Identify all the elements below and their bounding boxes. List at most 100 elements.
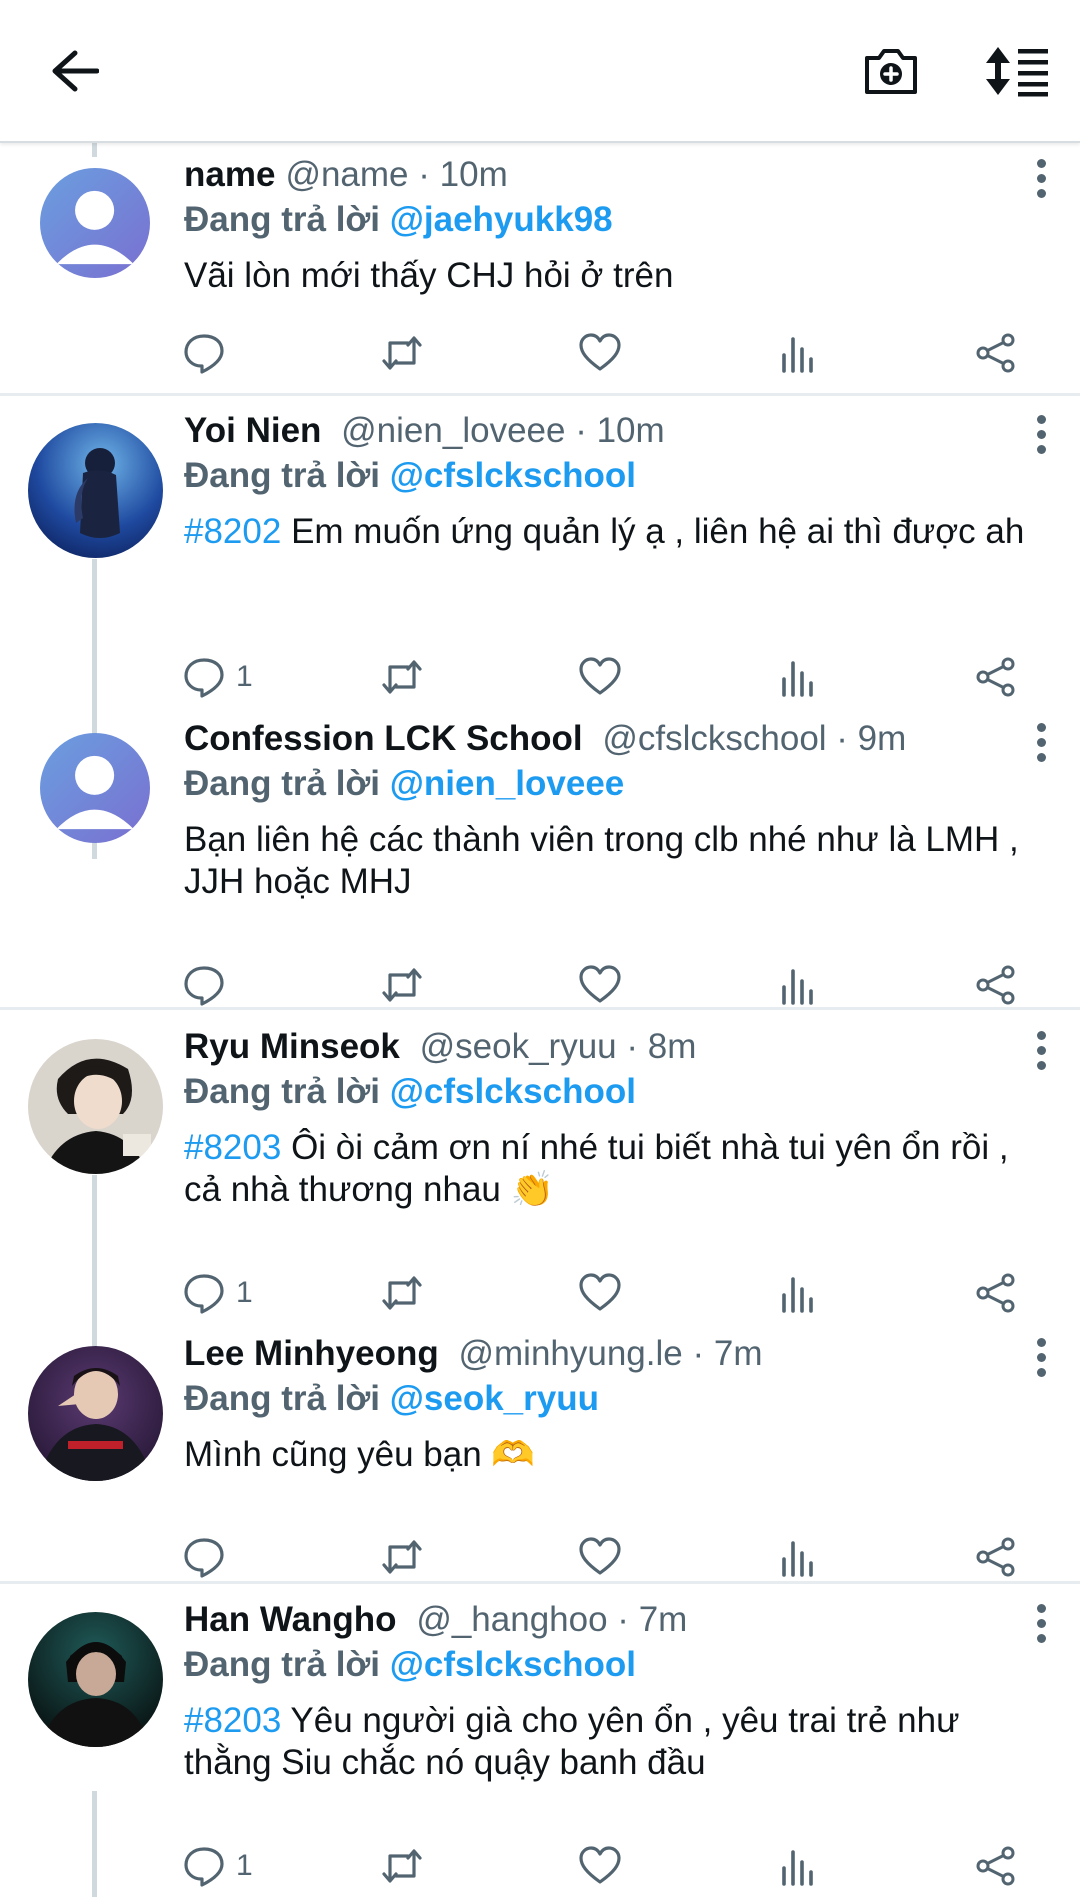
more-options-icon[interactable] [1032, 1031, 1052, 1071]
comment-icon [184, 658, 224, 698]
bar-chart-icon [782, 969, 813, 1005]
views-button[interactable] [776, 1268, 820, 1318]
share-button[interactable] [974, 328, 1018, 378]
avatar-default[interactable] [40, 733, 150, 843]
author-name[interactable]: Confession LCK School [184, 719, 583, 758]
share-icon [976, 1846, 1015, 1886]
like-button[interactable] [578, 1268, 622, 1318]
reply-mention[interactable]: @seok_ryuu [390, 1379, 599, 1418]
tweet-text: Bạn liên hệ các thành viên trong clb nhé… [184, 819, 1050, 903]
share-button[interactable] [974, 1532, 1018, 1582]
tweet-actions [182, 1532, 1022, 1582]
tweet[interactable]: Ryu Minseok @seok_ryuu · 8m Đang trả lời… [0, 1025, 1080, 1325]
bar-chart-icon [782, 1541, 813, 1577]
tweet-body: Mình cũng yêu bạn 🫶 [184, 1435, 536, 1474]
views-button[interactable] [776, 652, 820, 702]
hashtag[interactable]: #8202 [184, 512, 281, 551]
like-button[interactable] [578, 960, 622, 1010]
more-options-icon[interactable] [1032, 415, 1052, 455]
views-button[interactable] [776, 1841, 820, 1891]
author-name[interactable]: name [184, 155, 275, 194]
views-button[interactable] [776, 960, 820, 1010]
hashtag[interactable]: #8203 [184, 1128, 281, 1167]
bar-chart-icon [782, 661, 813, 697]
like-button[interactable] [578, 1532, 622, 1582]
divider [0, 1581, 1080, 1584]
reply-button[interactable]: 1 [182, 1841, 253, 1891]
more-options-icon[interactable] [1032, 723, 1052, 763]
retweet-button[interactable] [380, 652, 424, 702]
share-button[interactable] [974, 652, 1018, 702]
author-handle: @nien_loveee [341, 411, 566, 450]
tweet-body: Bạn liên hệ các thành viên trong clb nhé… [184, 820, 1019, 901]
heart-icon [579, 1537, 621, 1575]
reply-prefix: Đang trả lời [184, 1645, 381, 1684]
avatar-photo[interactable] [28, 1039, 163, 1174]
author-name[interactable]: Ryu Minseok [184, 1027, 400, 1066]
bar-chart-icon [782, 337, 813, 373]
like-button[interactable] [578, 652, 622, 702]
retweet-button[interactable] [380, 1268, 424, 1318]
tweet-actions: 1 [182, 652, 1022, 702]
retweet-button[interactable] [380, 328, 424, 378]
like-button[interactable] [578, 1841, 622, 1891]
comment-icon [184, 334, 224, 374]
share-button[interactable] [974, 960, 1018, 1010]
more-options-icon[interactable] [1032, 159, 1052, 199]
heart-icon [579, 1273, 621, 1311]
share-button[interactable] [974, 1841, 1018, 1891]
retweet-button[interactable] [380, 960, 424, 1010]
reply-mention[interactable]: @nien_loveee [390, 764, 625, 803]
more-options-icon[interactable] [1032, 1338, 1052, 1378]
author-name[interactable]: Lee Minhyeong [184, 1334, 439, 1373]
avatar-photo[interactable] [28, 423, 163, 558]
reply-prefix: Đang trả lời [184, 456, 381, 495]
comment-icon [184, 1538, 224, 1578]
tweet[interactable]: Yoi Nien @nien_loveee · 10m Đang trả lời… [0, 409, 1080, 709]
views-button[interactable] [776, 1532, 820, 1582]
bar-chart-icon [782, 1850, 813, 1886]
reply-button[interactable] [182, 1532, 226, 1582]
divider [0, 1007, 1080, 1010]
retweet-icon [382, 1276, 422, 1310]
reply-button[interactable] [182, 328, 226, 378]
avatar-photo[interactable] [28, 1346, 163, 1481]
author-handle: @_hanghoo [416, 1600, 608, 1639]
tweet[interactable]: Confession LCK School @cfslckschool · 9m… [0, 717, 1080, 1017]
reply-mention[interactable]: @cfslckschool [390, 1072, 636, 1111]
hashtag[interactable]: #8203 [184, 1701, 281, 1740]
avatar-photo[interactable] [28, 1612, 163, 1747]
tweet[interactable]: name @name · 10m Đang trả lời @jaehyukk98… [0, 143, 1080, 393]
sort-list-icon[interactable] [980, 38, 1054, 104]
views-button[interactable] [776, 328, 820, 378]
retweet-icon [382, 1540, 422, 1574]
retweet-button[interactable] [380, 1532, 424, 1582]
share-button[interactable] [974, 1268, 1018, 1318]
tweet[interactable]: Lee Minhyeong @minhyung.le · 7m Đang trả… [0, 1332, 1080, 1602]
reply-mention[interactable]: @cfslckschool [390, 456, 636, 495]
timestamp: 9m [857, 719, 907, 758]
author-name[interactable]: Han Wangho [184, 1600, 397, 1639]
retweet-icon [382, 968, 422, 1002]
reply-count: 1 [236, 1849, 253, 1882]
reply-mention[interactable]: @cfslckschool [390, 1645, 636, 1684]
tweet-text: #8202 Em muốn ứng quản lý ạ , liên hệ ai… [184, 511, 1050, 553]
author-handle: @minhyung.le [458, 1334, 683, 1373]
tweet[interactable]: Han Wangho @_hanghoo · 7m Đang trả lời @… [0, 1598, 1080, 1897]
reply-mention[interactable]: @jaehyukk98 [390, 200, 613, 239]
more-options-icon[interactable] [1032, 1604, 1052, 1644]
author-name[interactable]: Yoi Nien [184, 411, 321, 450]
camera-add-icon[interactable] [858, 38, 924, 104]
avatar-default[interactable] [40, 168, 150, 278]
tweet-text: #8203 Ôi òi cảm ơn ní nhé tui biết nhà t… [184, 1127, 1050, 1211]
retweet-button[interactable] [380, 1841, 424, 1891]
reply-button[interactable]: 1 [182, 652, 253, 702]
arrow-left-icon[interactable] [40, 36, 110, 106]
like-button[interactable] [578, 328, 622, 378]
tweet-body: Em muốn ứng quản lý ạ , liên hệ ai thì đ… [291, 512, 1025, 551]
timestamp: 10m [439, 155, 508, 194]
reply-button[interactable]: 1 [182, 1268, 253, 1318]
heart-icon [579, 1846, 621, 1884]
reply-button[interactable] [182, 960, 226, 1010]
timestamp: 8m [647, 1027, 697, 1066]
